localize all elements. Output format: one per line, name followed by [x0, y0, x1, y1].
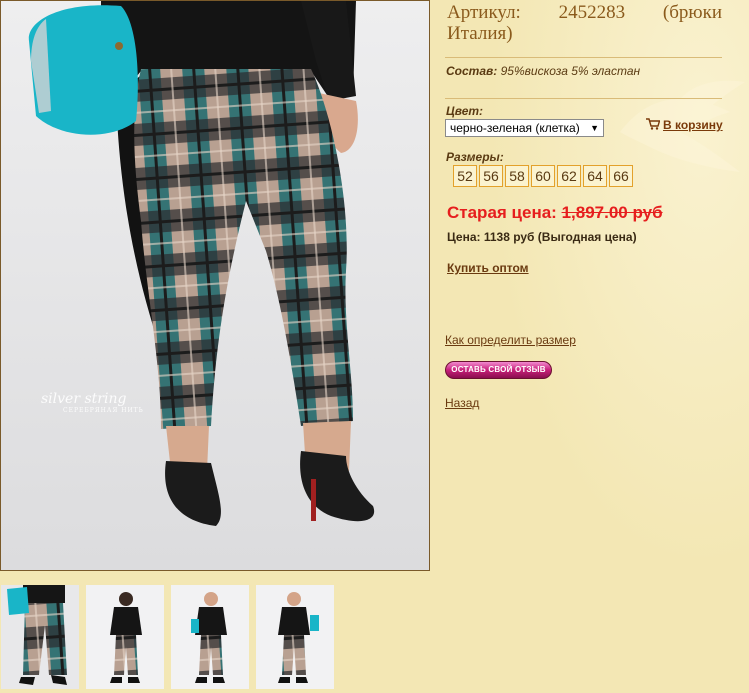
size-option[interactable]: 52 — [453, 165, 477, 187]
product-image — [1, 1, 429, 570]
color-select[interactable]: черно-зеленая (клетка) ▼ — [445, 119, 604, 137]
thumbnail-2[interactable] — [86, 585, 164, 689]
thumbnail-4[interactable] — [256, 585, 334, 689]
sizes-label: Размеры: — [446, 150, 504, 164]
current-price: Цена: 1138 руб (Выгодная цена) — [447, 230, 637, 244]
size-option[interactable]: 56 — [479, 165, 503, 187]
old-price: Старая цена: 1,897.00 руб — [447, 203, 663, 223]
dropdown-arrow-icon: ▼ — [590, 123, 599, 133]
size-guide-link[interactable]: Как определить размер — [445, 333, 576, 347]
old-price-label: Старая цена: — [447, 203, 557, 222]
article-label: Артикул: — [447, 2, 521, 23]
composition-label: Состав: — [446, 64, 498, 78]
color-label: Цвет: — [446, 104, 484, 118]
product-type: (брюки — [662, 2, 722, 23]
add-to-cart-link[interactable]: В корзину — [646, 118, 723, 132]
product-origin: Италия) — [447, 23, 513, 44]
thumbnail-3[interactable] — [171, 585, 249, 689]
color-select-value: черно-зеленая (клетка) — [450, 121, 580, 135]
watermark-text: silver string — [41, 391, 127, 407]
composition: Состав: 95%вискоза 5% эластан — [446, 64, 640, 78]
size-option[interactable]: 58 — [505, 165, 529, 187]
add-to-cart-label: В корзину — [663, 118, 723, 132]
article-number: 2452283 — [558, 2, 626, 23]
size-option[interactable]: 62 — [557, 165, 581, 187]
watermark-logo: silver string СЕРЕБРЯНАЯ НИТЬ — [41, 391, 144, 414]
buy-wholesale-link[interactable]: Купить оптом — [447, 261, 529, 275]
thumbnail-1[interactable] — [1, 585, 79, 689]
size-option[interactable]: 66 — [609, 165, 633, 187]
cart-icon — [646, 118, 660, 130]
divider — [445, 98, 722, 99]
size-option[interactable]: 64 — [583, 165, 607, 187]
watermark-subtext: СЕРЕБРЯНАЯ НИТЬ — [63, 407, 144, 414]
back-link[interactable]: Назад — [445, 396, 479, 410]
composition-value: 95%вискоза 5% эластан — [500, 64, 641, 78]
divider — [445, 57, 722, 58]
product-title: Артикул: 2452283 (брюки Италия) — [447, 2, 722, 44]
size-list: 52 56 58 60 62 64 66 — [453, 165, 635, 187]
main-product-photo[interactable]: silver string СЕРЕБРЯНАЯ НИТЬ — [0, 0, 430, 571]
size-option[interactable]: 60 — [531, 165, 555, 187]
leave-review-button[interactable]: ОСТАВЬ СВОЙ ОТЗЫВ — [445, 361, 552, 379]
old-price-value: 1,897.00 руб — [561, 203, 663, 222]
